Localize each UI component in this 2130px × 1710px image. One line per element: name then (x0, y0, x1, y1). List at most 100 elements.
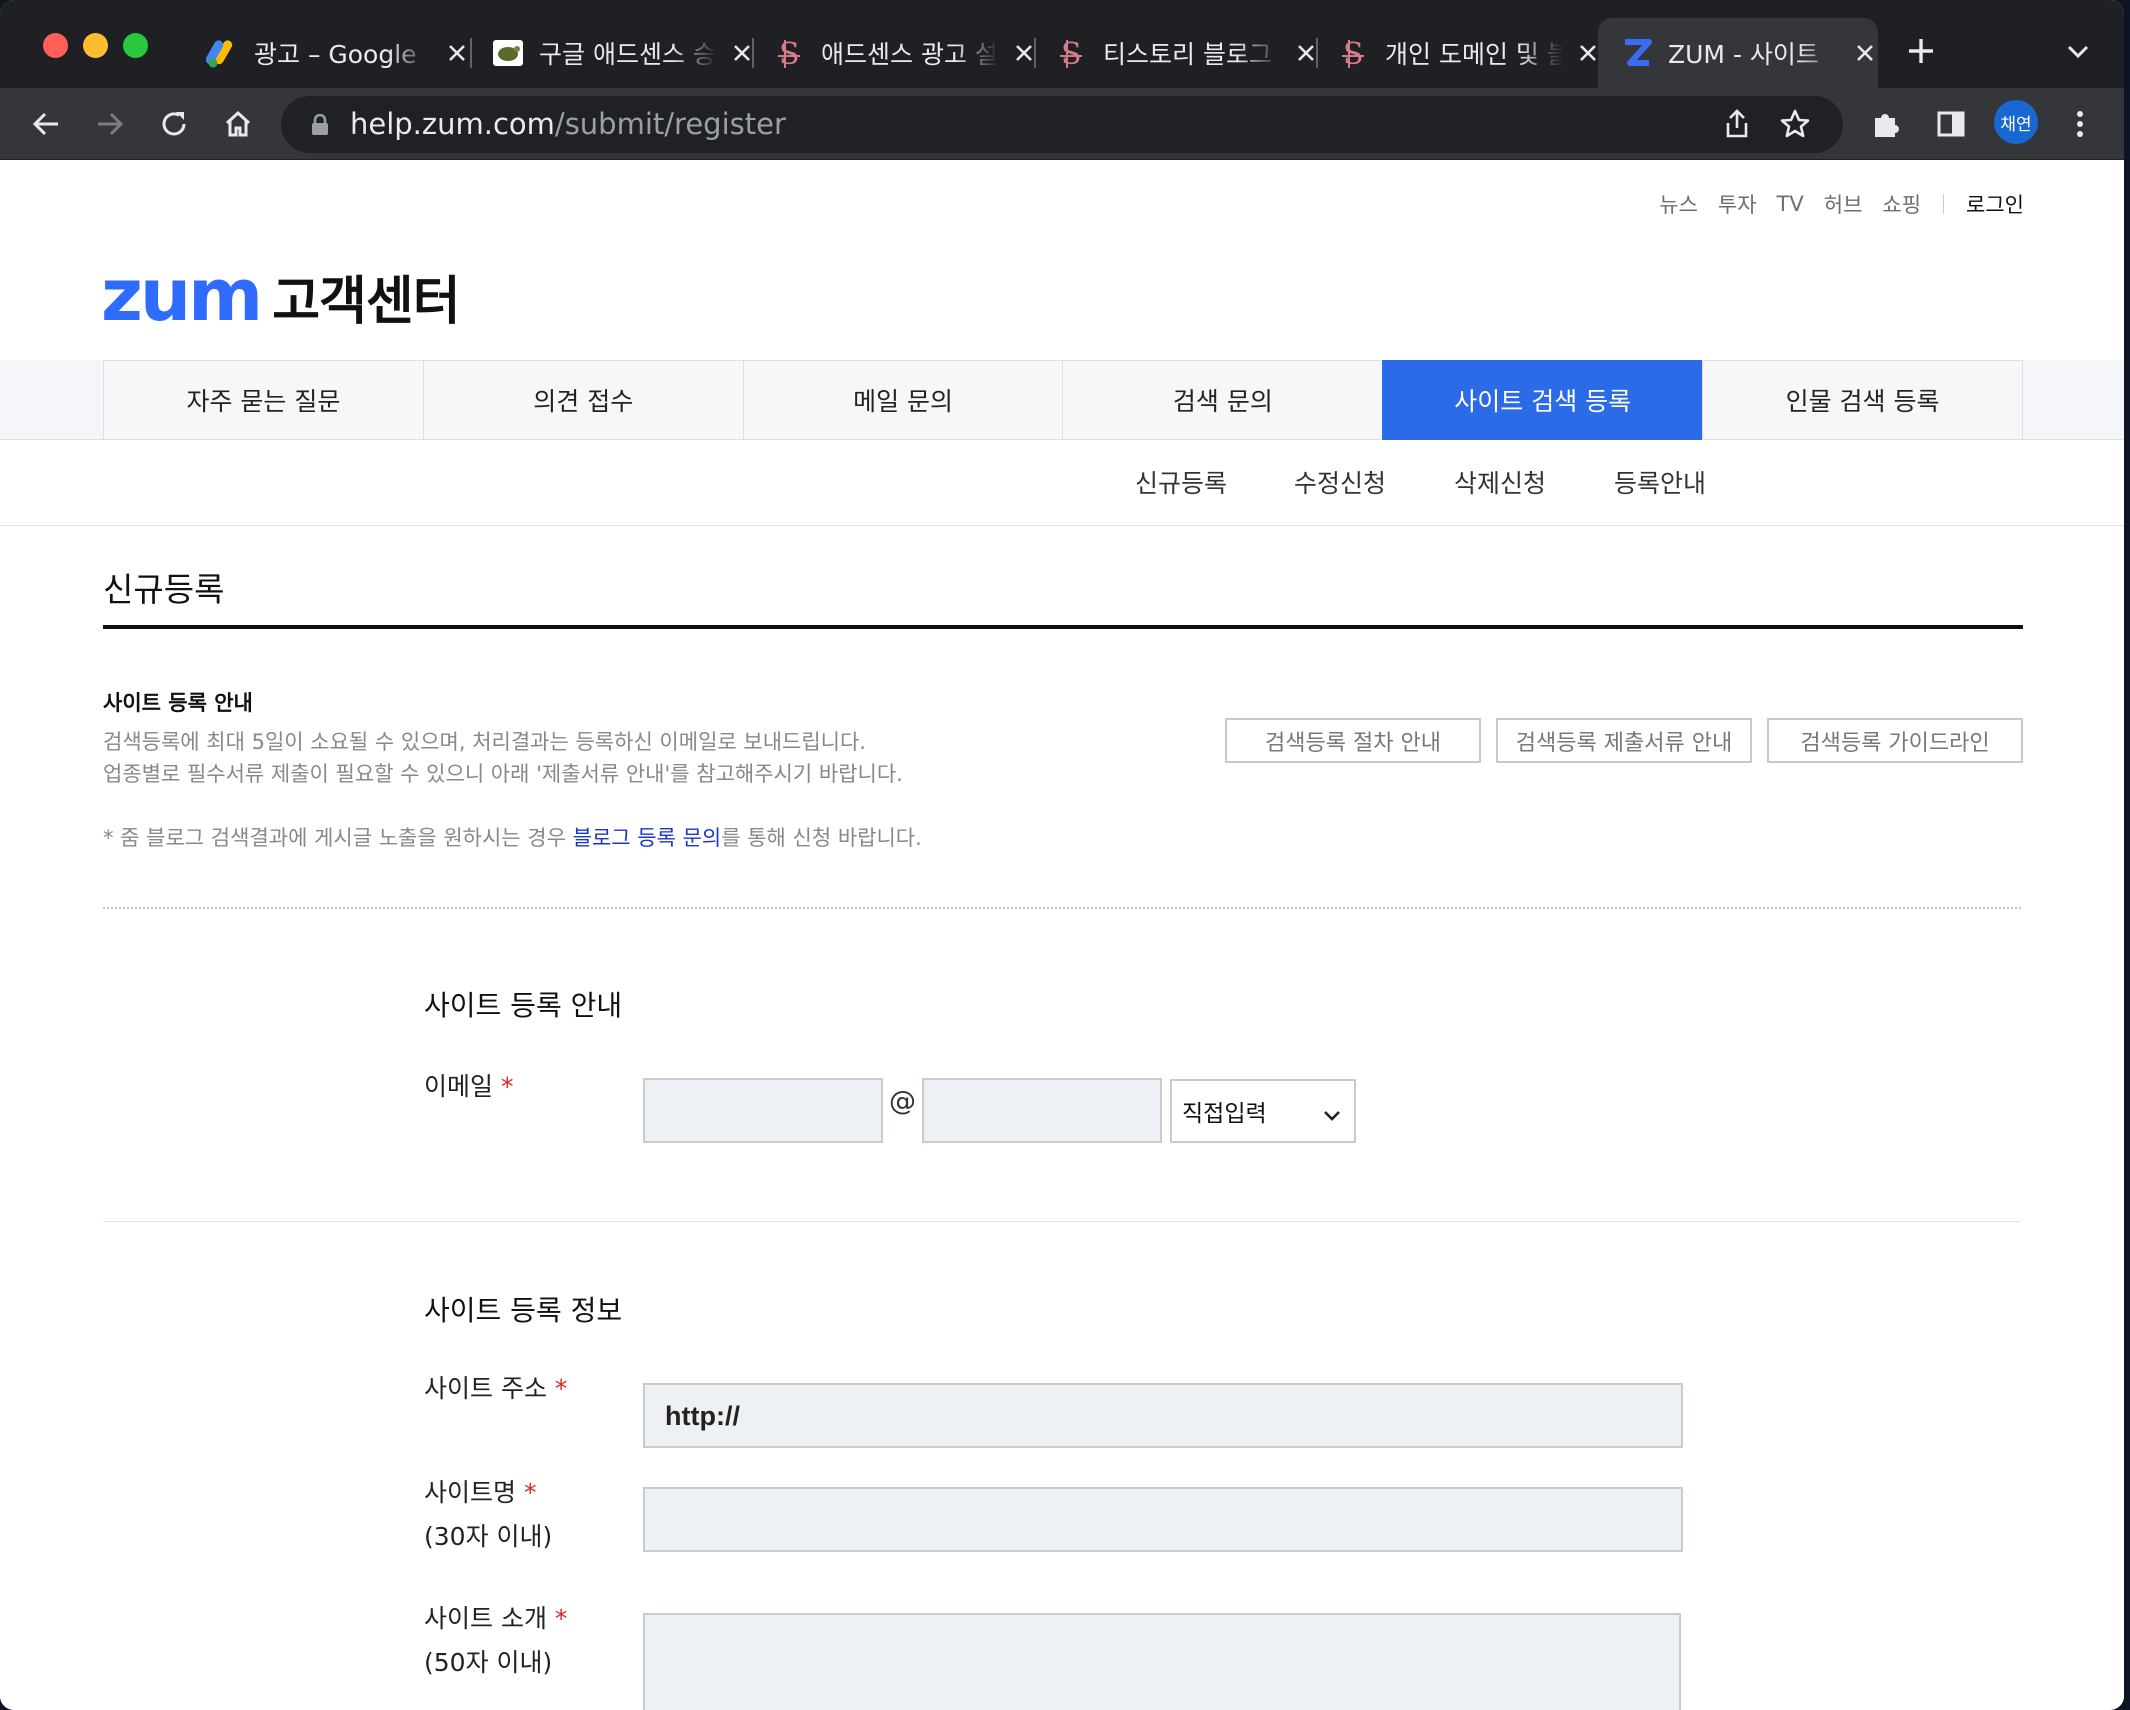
email-label: 이메일 * (424, 1065, 513, 1109)
guide-note-prefix: * 줌 블로그 검색결과에 게시글 노출을 원하시는 경우 (103, 826, 573, 850)
register-procedure-button[interactable]: 검색등록 절차 안내 (1225, 718, 1481, 763)
turtle-favicon-icon (491, 36, 525, 70)
dotted-divider (103, 907, 2021, 909)
tab-title: 티스토리 블로그 (1103, 40, 1272, 69)
url-text: help.zum.com/submit/register (350, 107, 786, 141)
login-link[interactable]: 로그인 (1966, 189, 2024, 219)
logo-suffix: 고객센터 (272, 271, 460, 332)
zum-logo[interactable]: zum 고객센터 (101, 253, 461, 337)
guide-line-1: 검색등록에 최대 5일이 소요될 수 있으며, 처리결과는 등록하신 이메일로 … (103, 730, 866, 754)
subnav-new-register[interactable]: 신규등록 (1135, 464, 1227, 500)
site-url-input[interactable]: http:// (643, 1383, 1683, 1448)
profile-avatar[interactable]: 채연 (1994, 100, 2038, 144)
guide-note-suffix: 를 통해 신청 바랍니다. (721, 826, 922, 850)
tistory-s-icon: S (773, 36, 807, 70)
browser-toolbar: help.zum.com/submit/register (0, 88, 2124, 160)
svg-text:S: S (1343, 37, 1364, 70)
close-window-button[interactable] (43, 33, 68, 58)
required-mark: * (554, 1604, 568, 1633)
guide-note: * 줌 블로그 검색결과에 게시글 노출을 원하시는 경우 블로그 등록 문의를… (103, 822, 922, 852)
home-icon[interactable] (220, 106, 256, 142)
new-tab-button[interactable] (1903, 33, 1939, 69)
google-ads-icon (206, 36, 240, 70)
util-link-shopping[interactable]: 쇼핑 (1882, 189, 1921, 219)
close-tab-icon[interactable] (1853, 40, 1878, 66)
browser-tab[interactable]: S 애드센스 광고 설 (745, 18, 1037, 88)
url-path: /submit/register (554, 107, 786, 141)
tab-title: 개인 도메인 및 블 (1385, 40, 1563, 69)
section-title-site-info: 사이트 등록 정보 (424, 1294, 623, 1327)
tab-strip: 광고 – Google 구글 애드센스 승 S 애드센스 광고 설 S 티스토리… (0, 0, 2124, 88)
share-icon[interactable] (1722, 108, 1752, 144)
forward-arrow-icon[interactable] (92, 106, 128, 142)
site-intro-limit: (50자 이내) (424, 1648, 553, 1677)
browser-tab[interactable]: S 티스토리 블로그 (1027, 18, 1319, 88)
nav-feedback[interactable]: 의견 접수 (422, 360, 743, 440)
nav-search-inquiry[interactable]: 검색 문의 (1062, 360, 1383, 440)
register-guideline-button[interactable]: 검색등록 가이드라인 (1767, 718, 2023, 763)
subnav-modify-request[interactable]: 수정신청 (1294, 464, 1386, 500)
subnav-delete-request[interactable]: 삭제신청 (1454, 464, 1546, 500)
browser-tab[interactable]: 구글 애드센스 승 (463, 18, 755, 88)
required-mark: * (500, 1072, 514, 1101)
title-divider (103, 625, 2023, 629)
browser-tab[interactable]: S 개인 도메인 및 블 (1309, 18, 1601, 88)
required-mark: * (523, 1478, 537, 1507)
utility-links: 뉴스 투자 TV 허브 쇼핑 로그인 (1639, 189, 2024, 219)
at-sign: @ (889, 1086, 916, 1117)
required-mark: * (554, 1374, 568, 1403)
tab-search-chevron-icon[interactable] (2063, 40, 2093, 64)
tistory-s-icon: S (1337, 36, 1371, 70)
nav-faq[interactable]: 자주 묻는 질문 (103, 360, 423, 440)
site-name-label: 사이트명 * (30자 이내) (424, 1471, 552, 1559)
address-bar[interactable]: help.zum.com/submit/register (281, 96, 1843, 153)
email-label-text: 이메일 (424, 1072, 494, 1101)
required-documents-button[interactable]: 검색등록 제출서류 안내 (1496, 718, 1752, 763)
util-link-news[interactable]: 뉴스 (1659, 189, 1698, 219)
site-url-label-text: 사이트 주소 (424, 1374, 547, 1403)
back-arrow-icon[interactable] (28, 106, 64, 142)
browser-tab-active[interactable]: ZUM - 사이트 (1598, 18, 1878, 88)
chevron-down-icon (1322, 1102, 1342, 1128)
blog-register-inquiry-link[interactable]: 블로그 등록 문의 (573, 826, 722, 850)
nav-mail-inquiry[interactable]: 메일 문의 (742, 360, 1063, 440)
util-link-tv[interactable]: TV (1777, 192, 1804, 216)
reload-icon[interactable] (156, 106, 192, 142)
lock-icon[interactable] (311, 113, 329, 140)
url-host: help.zum.com (350, 107, 555, 141)
util-link-hub[interactable]: 허브 (1824, 189, 1863, 219)
extensions-puzzle-icon[interactable] (1868, 106, 1904, 142)
browser-window: 광고 – Google 구글 애드센스 승 S 애드센스 광고 설 S 티스토리… (0, 0, 2124, 1710)
email-domain-select[interactable]: 직접입력 (1170, 1079, 1356, 1143)
site-intro-label: 사이트 소개 * (50자 이내) (424, 1597, 567, 1685)
email-domain-input[interactable] (922, 1078, 1162, 1143)
page-content: 뉴스 투자 TV 허브 쇼핑 로그인 zum 고객센터 자주 묻는 질문 의견 … (0, 161, 2124, 1710)
browser-menu-icon[interactable] (2062, 106, 2098, 142)
tab-title: 광고 – Google (254, 40, 417, 69)
tab-title: 애드센스 광고 설 (821, 40, 998, 69)
tistory-s-icon: S (1055, 36, 1089, 70)
minimize-window-button[interactable] (83, 33, 108, 58)
logo-brand: zum (101, 253, 263, 337)
util-divider (1943, 194, 1945, 214)
tab-title: 구글 애드센스 승 (539, 40, 716, 69)
tab-title: ZUM - 사이트 (1668, 40, 1819, 69)
browser-tab[interactable]: 광고 – Google (178, 18, 470, 88)
site-intro-textarea[interactable] (643, 1613, 1681, 1710)
svg-text:S: S (1061, 37, 1082, 70)
page-title: 신규등록 (103, 570, 225, 609)
email-id-input[interactable] (643, 1078, 883, 1143)
subnav-register-guide[interactable]: 등록안내 (1614, 464, 1706, 500)
side-panel-icon[interactable] (1933, 106, 1969, 142)
bookmark-star-icon[interactable] (1779, 108, 1811, 144)
maximize-window-button[interactable] (123, 33, 148, 58)
nav-person-search-register[interactable]: 인물 검색 등록 (1702, 360, 2023, 440)
guide-heading: 사이트 등록 안내 (103, 691, 253, 715)
site-url-value: http:// (665, 1401, 740, 1431)
nav-site-search-register[interactable]: 사이트 검색 등록 (1382, 360, 1703, 440)
svg-text:S: S (779, 37, 800, 70)
site-name-input[interactable] (643, 1487, 1683, 1552)
util-link-invest[interactable]: 투자 (1718, 189, 1757, 219)
site-intro-label-text: 사이트 소개 (424, 1604, 547, 1633)
section-divider (103, 1221, 2021, 1222)
